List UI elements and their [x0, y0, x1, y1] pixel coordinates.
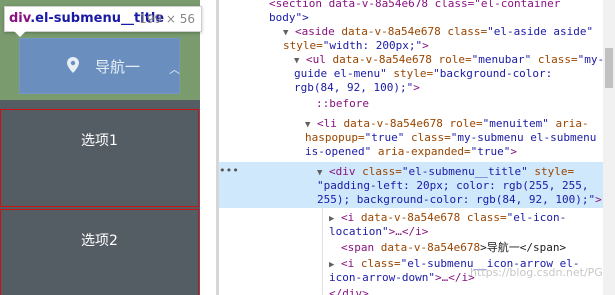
menu-item-label: 选项1 [81, 133, 118, 149]
watermark-text: https://blog.csdn.net/PGguoqi [470, 266, 615, 279]
tooltip-caret [14, 31, 26, 37]
dom-line-cont: style="width: 200px;"> [283, 39, 429, 52]
location-icon [67, 57, 79, 73]
dom-node-section[interactable]: <section data-v-8a54e678 class="el-conta… [269, 0, 560, 11]
dom-line-cont: "padding-left: 20px; color: rgb(255, 255… [317, 179, 589, 192]
submenu-title-label: 导航一 [95, 58, 141, 76]
dom-line-cont: rgb(84, 92, 100);"> [294, 81, 420, 94]
page-preview: 导航一 ︿ 选项1 选项2 div.el-submenu__title 199 … [0, 0, 216, 295]
menu-item-label: 选项2 [81, 233, 118, 249]
dom-line-cont: body"> [269, 11, 309, 24]
elements-panel: ••• <section data-v-8a54e678 class="el-c… [219, 0, 603, 295]
more-options-icon[interactable]: ••• [219, 164, 239, 177]
tooltip-dimensions: 199 × 56 [139, 12, 195, 26]
dom-line-cont: 255); background-color: rgb(84, 92, 100)… [317, 193, 602, 206]
collapse-triangle-icon[interactable]: ▶ [329, 260, 334, 270]
padding-highlight [0, 38, 19, 94]
collapse-triangle-icon[interactable]: ▶ [329, 214, 334, 224]
dom-line-cont: is-opened" aria-expanded="true"> [305, 145, 517, 158]
expand-triangle-icon[interactable]: ▼ [317, 168, 322, 178]
submenu-title[interactable]: 导航一 ︿ [19, 38, 180, 94]
tooltip-tag: div [9, 11, 31, 26]
menu-item-option-2[interactable]: 选项2 [0, 209, 199, 295]
expand-triangle-icon[interactable]: ▼ [305, 120, 310, 130]
expand-triangle-icon[interactable]: ▼ [283, 28, 288, 38]
chevron-up-icon: ︿ [169, 63, 180, 76]
dom-node-div-close[interactable]: </div> [329, 286, 369, 295]
element-inspect-tooltip: div.el-submenu__title 199 × 56 [4, 6, 202, 32]
expand-triangle-icon[interactable]: ▼ [294, 56, 299, 66]
dom-line-cont: location">…</i> [329, 225, 429, 238]
dom-line-cont: haspopup="true" class="my-submenu el-sub… [305, 131, 597, 144]
dom-line-cont: guide el-menu" style="background-color: [294, 67, 553, 80]
dom-node-before[interactable]: ::before [316, 96, 369, 111]
dom-line-cont: icon-arrow-down">…</i> [329, 271, 475, 284]
scrollbar-thumb[interactable] [605, 48, 613, 88]
elements-scrollbar[interactable] [603, 0, 615, 295]
dom-node-span-nav[interactable]: <span data-v-8a54e678>导航一</span> [341, 240, 566, 255]
menu-item-option-1[interactable]: 选项1 [0, 109, 199, 207]
tree-indent-guide [322, 208, 323, 295]
